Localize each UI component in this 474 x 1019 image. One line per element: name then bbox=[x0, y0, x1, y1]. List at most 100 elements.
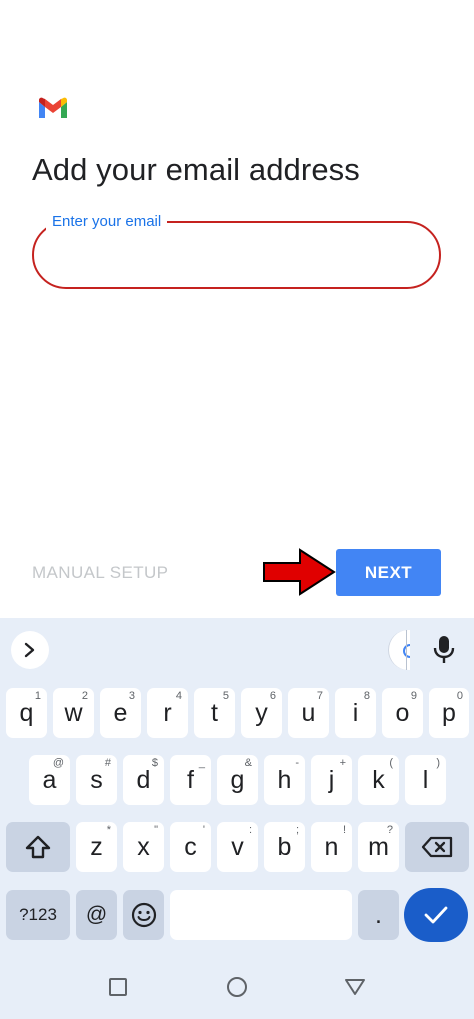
key-d[interactable]: d $ bbox=[123, 755, 164, 805]
key-label: @ bbox=[85, 903, 108, 926]
key-label: t bbox=[211, 698, 218, 727]
key-hint: 7 bbox=[316, 690, 323, 702]
key-hint: $ bbox=[151, 757, 158, 769]
shift-key[interactable] bbox=[6, 822, 70, 872]
key-label: p bbox=[442, 698, 456, 727]
key-label: v bbox=[231, 832, 244, 861]
key-hint: ( bbox=[389, 757, 393, 769]
system-navigation-bar bbox=[0, 943, 474, 1019]
key-x[interactable]: x " bbox=[123, 822, 164, 872]
key-i[interactable]: i8 bbox=[335, 688, 376, 738]
key-label: a bbox=[42, 765, 57, 794]
key-label: s bbox=[90, 765, 103, 794]
key-t[interactable]: t5 bbox=[194, 688, 235, 738]
key-hint: " bbox=[154, 824, 158, 836]
triangle-back-icon[interactable] bbox=[344, 978, 366, 996]
key-label: d bbox=[136, 765, 151, 794]
expand-toolbar-button[interactable] bbox=[11, 631, 49, 669]
key-label: f bbox=[187, 765, 194, 794]
key-label: . bbox=[375, 900, 382, 929]
toolbar-divider bbox=[406, 630, 407, 670]
key-hint: 6 bbox=[269, 690, 276, 702]
key-label: n bbox=[324, 832, 339, 861]
key-hint: @ bbox=[52, 757, 64, 769]
keyboard-toolbar bbox=[0, 618, 474, 682]
key-q[interactable]: q1 bbox=[6, 688, 47, 738]
key-label: o bbox=[395, 698, 410, 727]
key-s[interactable]: s # bbox=[76, 755, 117, 805]
key-hint: ' bbox=[202, 824, 205, 836]
key-label: y bbox=[255, 698, 268, 727]
symbols-key[interactable]: ?123 bbox=[6, 890, 70, 940]
key-hint: + bbox=[339, 757, 346, 769]
key-hint: 0 bbox=[456, 690, 463, 702]
key-label: m bbox=[368, 832, 389, 861]
manual-setup-button[interactable]: MANUAL SETUP bbox=[32, 563, 168, 583]
mic-icon[interactable] bbox=[430, 634, 458, 666]
key-hint: 9 bbox=[410, 690, 417, 702]
key-label: i bbox=[352, 698, 359, 727]
enter-done-key[interactable] bbox=[404, 888, 468, 942]
key-label: r bbox=[163, 698, 172, 727]
email-input[interactable] bbox=[56, 240, 416, 270]
key-w[interactable]: w2 bbox=[53, 688, 94, 738]
key-label: x bbox=[137, 832, 150, 861]
key-l[interactable]: l) bbox=[405, 755, 446, 805]
key-hint: 2 bbox=[81, 690, 88, 702]
key-label: c bbox=[184, 832, 197, 861]
key-c[interactable]: c ' bbox=[170, 822, 211, 872]
email-field-label: Enter your email bbox=[46, 213, 168, 230]
key-hint: ; bbox=[295, 824, 299, 836]
key-label: h bbox=[277, 765, 292, 794]
key-h[interactable]: h- bbox=[264, 755, 305, 805]
key-b[interactable]: b; bbox=[264, 822, 305, 872]
key-label: j bbox=[328, 765, 335, 794]
at-key[interactable]: @ bbox=[76, 890, 117, 940]
key-k[interactable]: k( bbox=[358, 755, 399, 805]
key-hint: # bbox=[104, 757, 111, 769]
key-z[interactable]: z * bbox=[76, 822, 117, 872]
key-y[interactable]: y6 bbox=[241, 688, 282, 738]
key-hint: 8 bbox=[363, 690, 370, 702]
backspace-key[interactable] bbox=[405, 822, 469, 872]
key-e[interactable]: e3 bbox=[100, 688, 141, 738]
key-g[interactable]: g & bbox=[217, 755, 258, 805]
key-label: k bbox=[372, 765, 385, 794]
period-key[interactable]: . bbox=[358, 890, 399, 940]
key-hint: 1 bbox=[34, 690, 41, 702]
key-label: e bbox=[113, 698, 128, 727]
key-v[interactable]: v: bbox=[217, 822, 258, 872]
key-j[interactable]: j + bbox=[311, 755, 352, 805]
key-f[interactable]: f _ bbox=[170, 755, 211, 805]
shift-icon bbox=[25, 835, 51, 859]
square-icon[interactable] bbox=[109, 978, 127, 996]
key-hint: 3 bbox=[128, 690, 135, 702]
circle-icon[interactable] bbox=[227, 977, 247, 997]
gmail-logo-icon bbox=[39, 97, 67, 118]
key-m[interactable]: m? bbox=[358, 822, 399, 872]
key-hint: ? bbox=[386, 824, 393, 836]
key-r[interactable]: r4 bbox=[147, 688, 188, 738]
key-u[interactable]: u7 bbox=[288, 688, 329, 738]
key-hint: ) bbox=[436, 757, 440, 769]
emoji-icon bbox=[131, 902, 156, 928]
key-o[interactable]: o9 bbox=[382, 688, 423, 738]
key-label: w bbox=[64, 698, 83, 727]
key-p[interactable]: p0 bbox=[429, 688, 469, 738]
key-hint: & bbox=[244, 757, 252, 769]
key-n[interactable]: n! bbox=[311, 822, 352, 872]
key-hint: ! bbox=[342, 824, 346, 836]
key-label: u bbox=[301, 698, 316, 727]
key-label: ?123 bbox=[19, 905, 57, 924]
key-label: b bbox=[277, 832, 292, 861]
next-button[interactable]: NEXT bbox=[336, 549, 441, 596]
red-arrow-annotation-icon bbox=[263, 548, 336, 596]
key-hint: _ bbox=[198, 757, 205, 769]
add-email-screen: Add your email address Enter your email … bbox=[0, 0, 474, 618]
key-a[interactable]: a @ bbox=[29, 755, 70, 805]
key-hint: 5 bbox=[222, 690, 229, 702]
space-key[interactable] bbox=[170, 890, 352, 940]
emoji-key[interactable] bbox=[123, 890, 164, 940]
key-label: z bbox=[90, 832, 103, 861]
key-hint: : bbox=[248, 824, 252, 836]
